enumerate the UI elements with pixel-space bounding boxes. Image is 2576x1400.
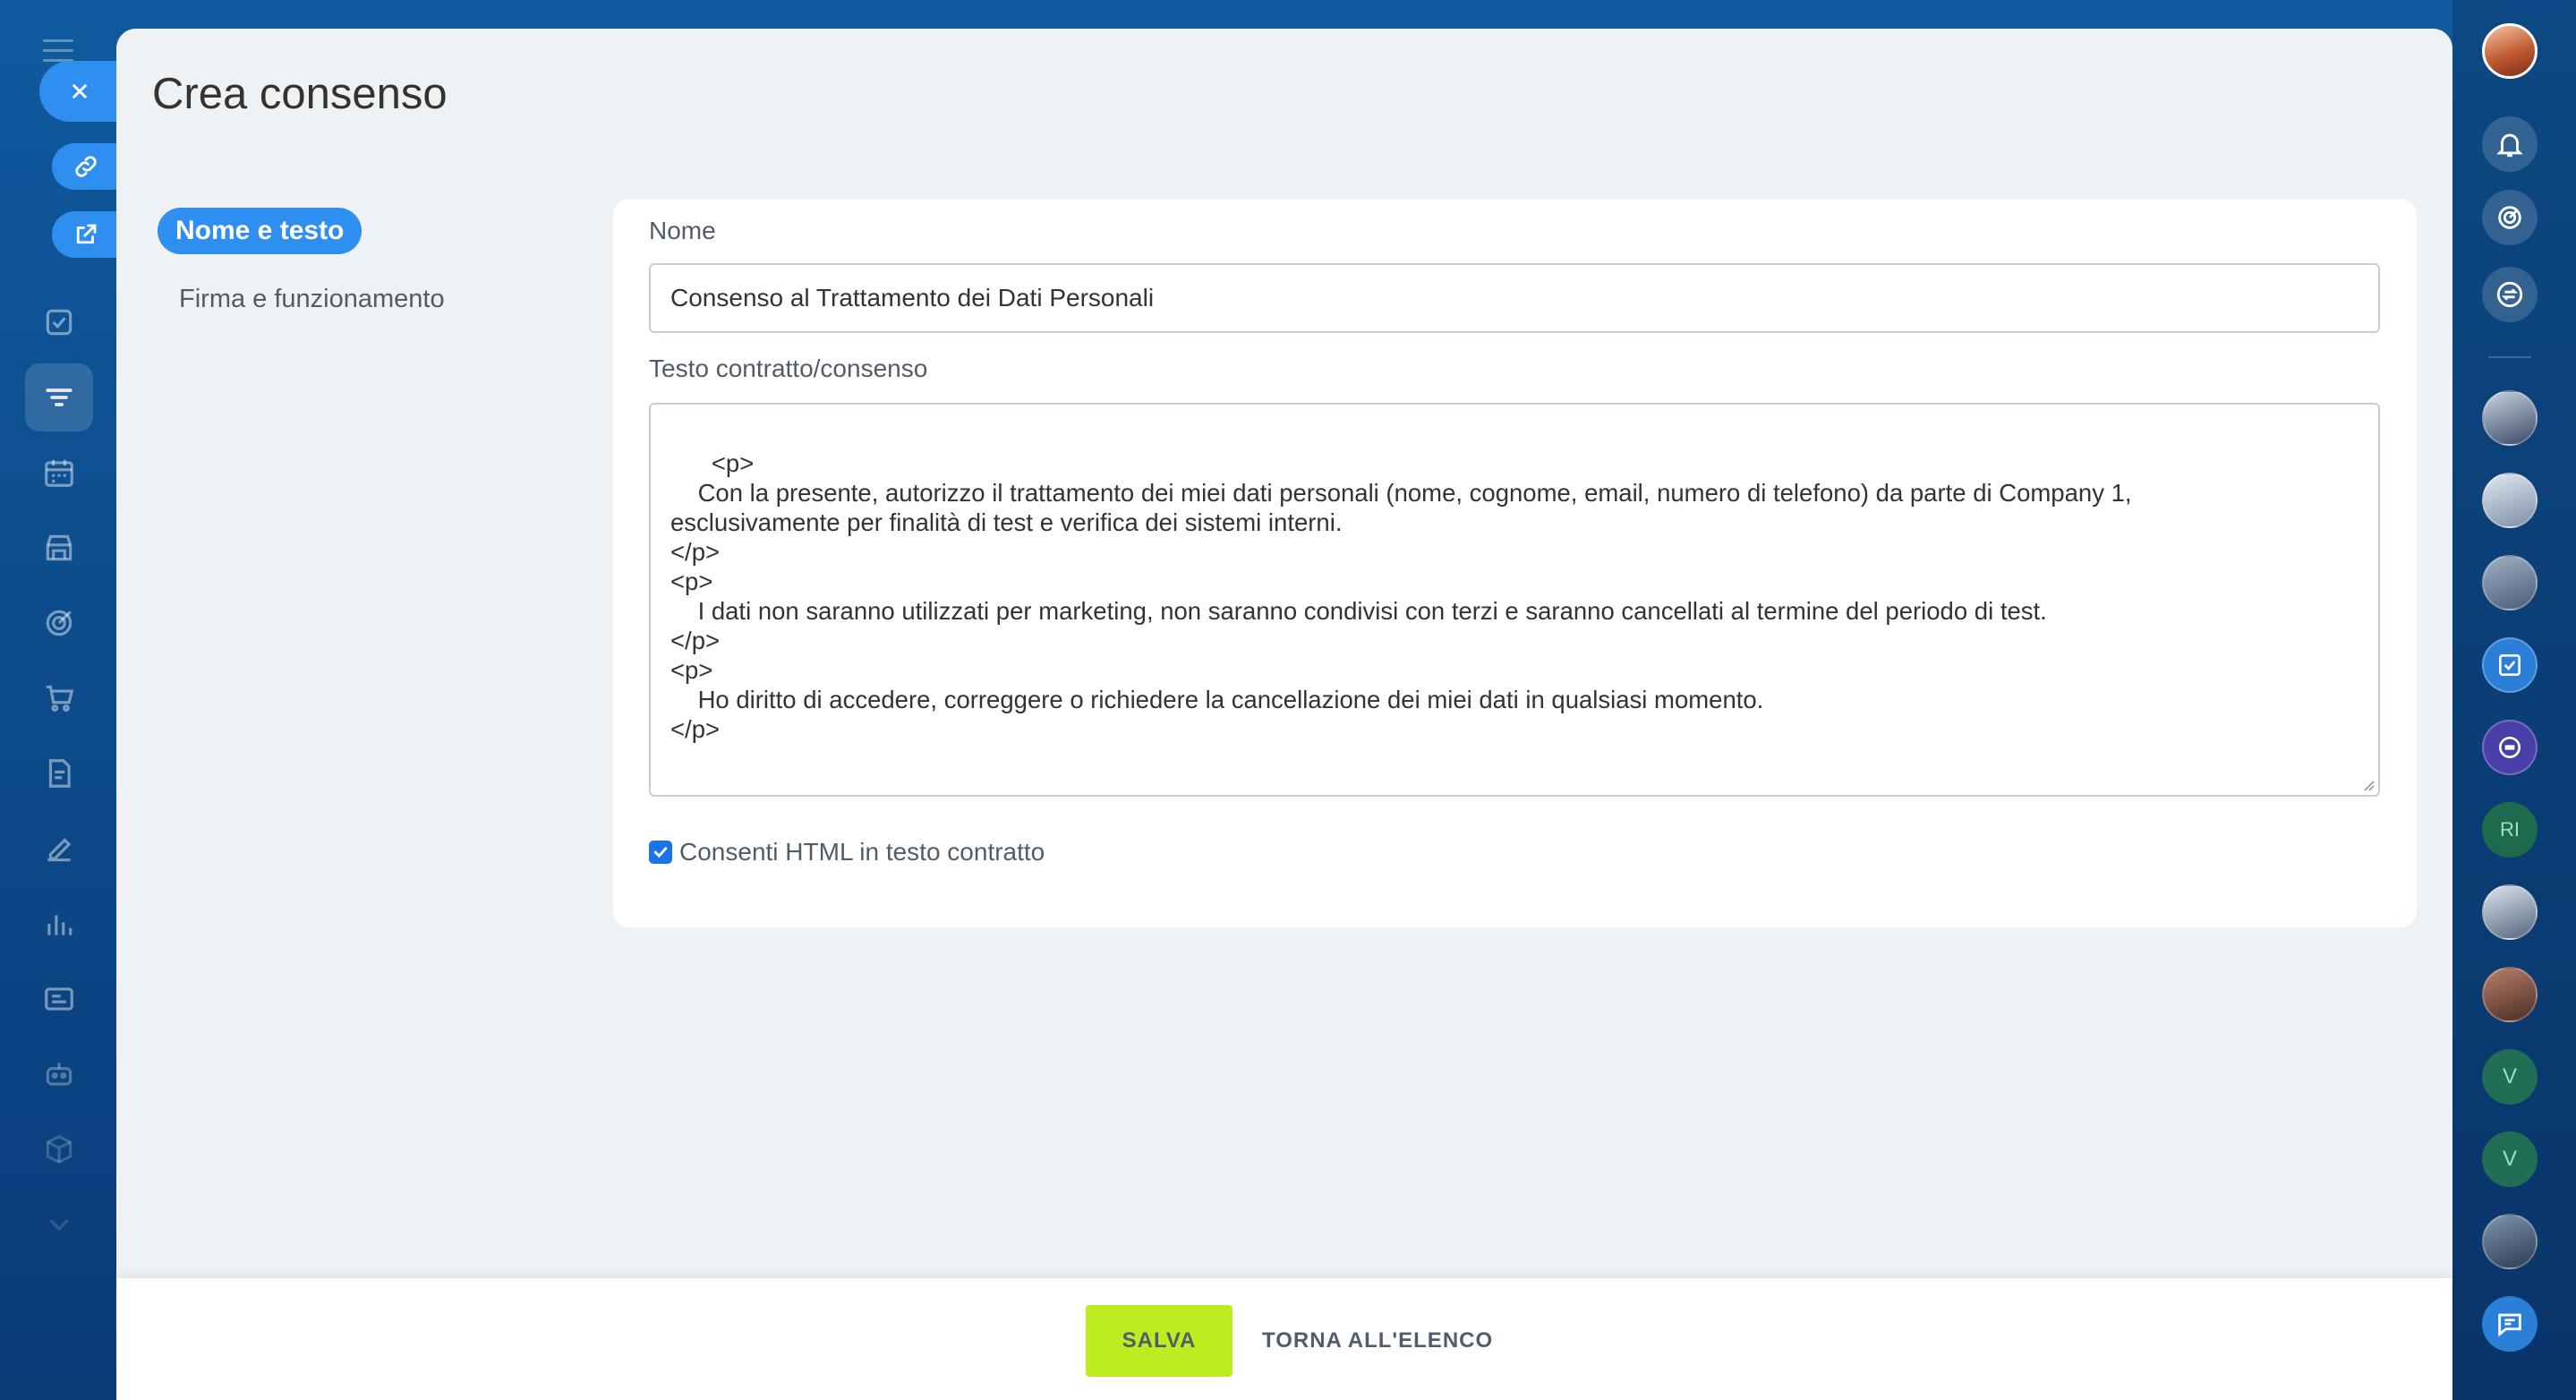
copy-link-button[interactable] bbox=[52, 143, 120, 190]
form-card: Nome Consenso al Trattamento dei Dati Pe… bbox=[613, 199, 2417, 927]
contact-avatar[interactable] bbox=[2482, 884, 2538, 940]
close-icon bbox=[73, 84, 87, 98]
store-icon[interactable] bbox=[38, 526, 81, 569]
contact-avatar[interactable] bbox=[2482, 555, 2538, 610]
sync-icon[interactable] bbox=[2482, 267, 2538, 322]
name-label: Nome bbox=[649, 217, 716, 244]
sidebar-divider bbox=[2488, 356, 2531, 358]
allow-html-label[interactable]: Consenti HTML in testo contratto bbox=[679, 838, 1045, 866]
cart-icon[interactable] bbox=[38, 677, 81, 720]
right-sidebar: RI V V bbox=[2452, 0, 2576, 1400]
page-title: Crea consenso bbox=[152, 70, 448, 118]
user-avatar[interactable]: V bbox=[2482, 1049, 2538, 1105]
box-icon[interactable] bbox=[38, 1128, 81, 1171]
contact-avatar[interactable] bbox=[2482, 1214, 2538, 1269]
target-icon[interactable] bbox=[38, 602, 81, 645]
contact-avatar[interactable] bbox=[2482, 967, 2538, 1022]
contract-text-value: <p> Con la presente, autorizzo il tratta… bbox=[670, 449, 2132, 743]
resize-handle-icon[interactable] bbox=[2360, 777, 2375, 791]
save-button[interactable]: SALVA bbox=[1086, 1305, 1233, 1377]
current-user-avatar[interactable] bbox=[2482, 23, 2538, 79]
allow-html-checkbox[interactable] bbox=[649, 841, 672, 864]
external-link-icon bbox=[76, 224, 97, 244]
tab-firma-e-funzionamento[interactable]: Firma e funzionamento bbox=[179, 285, 445, 314]
contract-text-label: Testo contratto/consenso bbox=[649, 354, 928, 382]
chevron-down-icon[interactable] bbox=[38, 1203, 81, 1246]
slider-panel: Crea consenso Nome e testo Firma e funzi… bbox=[116, 29, 2452, 1400]
close-slider-button[interactable] bbox=[39, 61, 120, 122]
filter-icon[interactable] bbox=[38, 376, 81, 419]
checkmark-icon bbox=[653, 847, 668, 858]
document-icon[interactable] bbox=[38, 752, 81, 795]
link-icon bbox=[75, 156, 97, 177]
sync-chat-avatar[interactable] bbox=[2482, 720, 2538, 775]
signature-icon[interactable] bbox=[38, 827, 81, 870]
tab-nome-e-testo[interactable]: Nome e testo bbox=[158, 208, 363, 254]
bell-icon[interactable] bbox=[2482, 116, 2538, 172]
left-navigation bbox=[0, 0, 116, 1400]
sync-icon bbox=[2499, 737, 2521, 758]
group-avatar[interactable]: RI bbox=[2482, 802, 2538, 858]
open-new-window-button[interactable] bbox=[52, 211, 120, 258]
tasks-chat-avatar[interactable] bbox=[2482, 637, 2538, 693]
tasks-icon[interactable] bbox=[38, 301, 81, 344]
footer-bar: SALVA TORNA ALL'ELENCO bbox=[116, 1278, 2452, 1400]
chat-icon[interactable] bbox=[2482, 1296, 2538, 1352]
target-icon[interactable] bbox=[2482, 190, 2538, 245]
robot-icon[interactable] bbox=[38, 1053, 81, 1096]
contact-card-icon[interactable] bbox=[38, 977, 81, 1020]
tasks-icon bbox=[2499, 654, 2521, 676]
contact-avatar[interactable] bbox=[2482, 390, 2538, 446]
contact-avatar[interactable] bbox=[2482, 473, 2538, 528]
chart-icon[interactable] bbox=[38, 902, 81, 945]
name-input[interactable]: Consenso al Trattamento dei Dati Persona… bbox=[649, 263, 2380, 333]
user-avatar[interactable]: V bbox=[2482, 1131, 2538, 1187]
name-input-value: Consenso al Trattamento dei Dati Persona… bbox=[670, 284, 1155, 312]
back-to-list-button[interactable]: TORNA ALL'ELENCO bbox=[1262, 1305, 1493, 1377]
contract-text-textarea[interactable]: <p> Con la presente, autorizzo il tratta… bbox=[649, 403, 2380, 797]
allow-html-row: Consenti HTML in testo contratto bbox=[649, 838, 1045, 866]
calendar-icon[interactable] bbox=[38, 451, 81, 494]
